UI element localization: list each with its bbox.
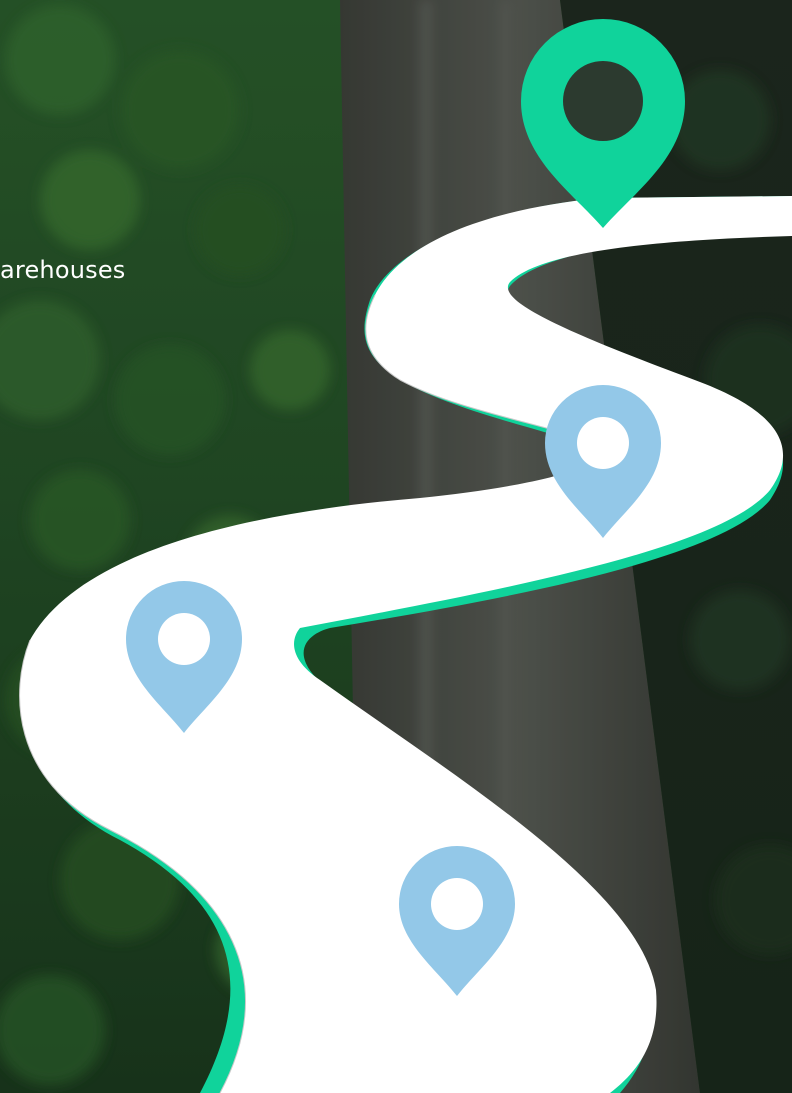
map-pin-icon[interactable] [521,18,685,228]
route-hero: arehouses [0,0,792,1093]
route-illustration [19,18,792,1093]
